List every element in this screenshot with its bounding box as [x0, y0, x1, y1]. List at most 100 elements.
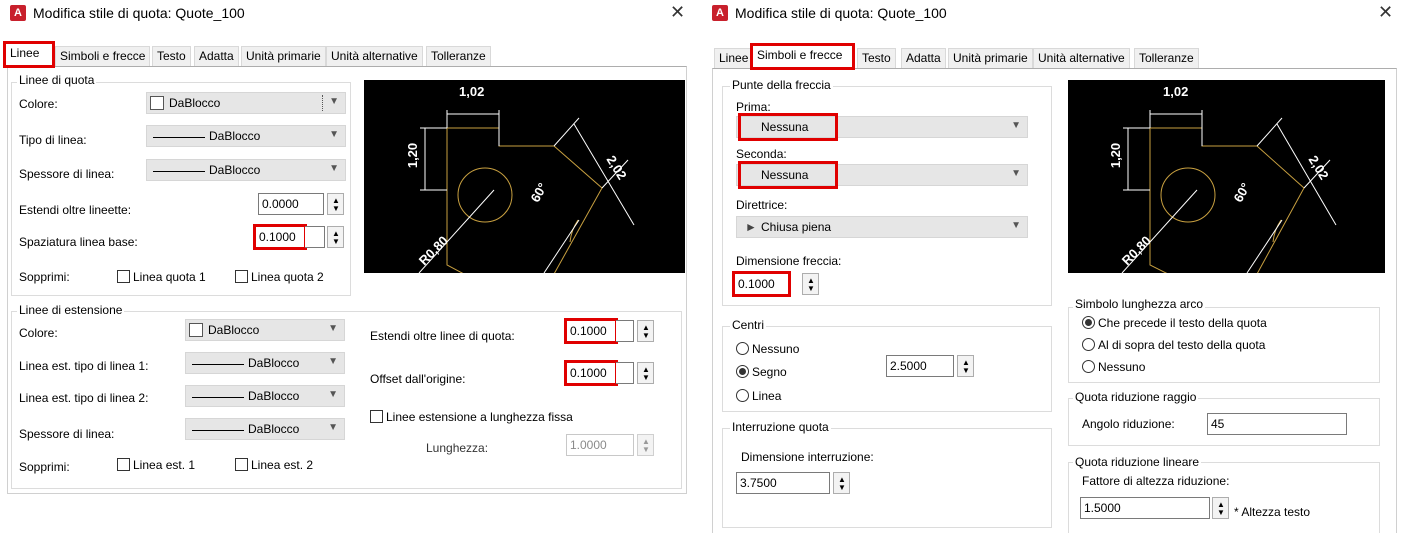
ext-suppress-label: Sopprimi:: [19, 460, 70, 474]
chevron-down-icon: ▼: [328, 422, 338, 433]
arc-above-radio[interactable]: [1082, 338, 1095, 351]
arrow-size-input[interactable]: 0.1000: [732, 271, 791, 297]
baseline-spacing-spinner[interactable]: ▲ ▼: [327, 226, 344, 248]
break-size-input[interactable]: 3.7500: [736, 472, 830, 494]
tab-tolleranze[interactable]: Tolleranze: [1134, 48, 1199, 68]
tab-simboli-e-frecce[interactable]: Simboli e frecce: [55, 46, 151, 66]
chevron-down-icon: ▼: [328, 389, 338, 400]
suppress-ext1-checkbox[interactable]: [117, 458, 130, 471]
break-size-spinner[interactable]: ▲ ▼: [833, 472, 850, 494]
left-preview-image: [364, 80, 685, 273]
suppress-ext2-checkbox[interactable]: [235, 458, 248, 471]
suppress-dim2-checkbox[interactable]: [235, 270, 248, 283]
arrow-size-value: 0.1000: [738, 277, 775, 291]
ext-color-select[interactable]: DaBlocco ▼: [185, 319, 345, 341]
right-close-icon[interactable]: ✕: [1378, 2, 1393, 23]
preview-left-dim: 1,20: [1108, 142, 1124, 169]
break-size-value: 3.7500: [740, 476, 777, 490]
tab-unita-primarie[interactable]: Unità primarie: [948, 48, 1033, 68]
chevron-down-icon: ▼: [329, 163, 339, 174]
group-dim-lines-label: Linee di quota: [17, 73, 97, 87]
baseline-spacing-label: Spaziatura linea base:: [19, 235, 138, 249]
chevron-down-icon: ▼: [329, 129, 339, 140]
dim-color-select[interactable]: DaBlocco ▼: [146, 92, 346, 114]
preview-top-dim: 1,02: [1163, 84, 1189, 99]
arc-preceding-label: Che precede il testo della quota: [1098, 316, 1267, 330]
color-swatch: [189, 323, 203, 337]
group-radius-jog-label: Quota riduzione raggio: [1073, 390, 1199, 404]
length-spinner[interactable]: ▲ ▼: [637, 434, 654, 456]
left-close-icon[interactable]: ✕: [670, 2, 685, 23]
baseline-spacing-input[interactable]: 0.1000: [253, 224, 307, 250]
group-ext-lines-label: Linee di estensione: [17, 303, 125, 317]
jog-factor-input[interactable]: 1.5000: [1080, 497, 1210, 519]
center-mark-radio[interactable]: [736, 365, 749, 378]
first-arrow-label: Prima:: [736, 100, 771, 114]
length-input[interactable]: 1.0000: [566, 434, 634, 456]
preview-left-dim: 1,20: [405, 142, 421, 169]
tab-linee[interactable]: Linee: [714, 48, 754, 68]
center-size-input[interactable]: 2.5000: [886, 355, 954, 377]
chevron-down-icon: ▼: [1011, 120, 1021, 131]
tab-testo[interactable]: Testo: [857, 48, 896, 68]
ext-color-label: Colore:: [19, 326, 58, 340]
length-label: Lunghezza:: [426, 441, 489, 455]
center-none-radio[interactable]: [736, 342, 749, 355]
ext-lineweight-label: Spessore di linea:: [19, 427, 115, 441]
closed-arrow-icon: ►: [745, 220, 757, 234]
arc-none-radio[interactable]: [1082, 360, 1095, 373]
tab-adatta[interactable]: Adatta: [901, 48, 946, 68]
offset-origin-label: Offset dall'origine:: [370, 372, 466, 386]
dim-linetype-select[interactable]: DaBlocco ▼: [146, 125, 346, 147]
center-line-radio[interactable]: [736, 389, 749, 402]
extend-ticks-spinner[interactable]: ▲ ▼: [327, 193, 344, 215]
dim-suppress-label: Sopprimi:: [19, 270, 70, 284]
second-arrow-highlight: [738, 161, 838, 189]
offset-origin-spinner[interactable]: ▲ ▼: [637, 362, 654, 384]
ext-lt1-select[interactable]: DaBlocco ▼: [185, 352, 345, 374]
ext-lt1-value: DaBlocco: [248, 356, 300, 370]
group-arc-symbol-label: Simbolo lunghezza arco: [1073, 297, 1206, 311]
extend-ticks-input[interactable]: 0.0000: [258, 193, 324, 215]
focus-marker: [322, 95, 323, 111]
tab-linee[interactable]: Linee: [3, 41, 55, 68]
ext-lineweight-select[interactable]: DaBlocco ▼: [185, 418, 345, 440]
offset-origin-input[interactable]: 0.1000: [564, 360, 618, 386]
extend-beyond-input[interactable]: 0.1000: [564, 318, 618, 344]
tab-unita-alternative[interactable]: Unità alternative: [326, 46, 423, 66]
suppress-dim2-label: Linea quota 2: [251, 270, 324, 284]
arc-preceding-radio[interactable]: [1082, 316, 1095, 329]
center-line-label: Linea: [752, 389, 782, 403]
extend-beyond-spinner[interactable]: ▲ ▼: [637, 320, 654, 342]
jog-factor-spinner[interactable]: ▲ ▼: [1212, 497, 1229, 519]
ext-lt2-select[interactable]: DaBlocco ▼: [185, 385, 345, 407]
jog-angle-input[interactable]: 45: [1207, 413, 1347, 435]
suppress-dim1-checkbox[interactable]: [117, 270, 130, 283]
fixed-length-checkbox[interactable]: [370, 410, 383, 423]
ext-lt2-label: Linea est. tipo di linea 2:: [19, 391, 149, 405]
second-arrow-label: Seconda:: [736, 147, 787, 161]
tab-tolleranze[interactable]: Tolleranze: [426, 46, 491, 66]
leader-label: Direttrice:: [736, 198, 788, 212]
preview-circle: [1160, 167, 1216, 223]
tab-unita-primarie[interactable]: Unità primarie: [241, 46, 326, 66]
arrow-size-spinner[interactable]: ▲ ▼: [802, 273, 819, 295]
jog-angle-label: Angolo riduzione:: [1082, 417, 1175, 431]
tab-testo[interactable]: Testo: [152, 46, 191, 66]
dim-lineweight-label: Spessore di linea:: [19, 167, 115, 181]
tab-adatta[interactable]: Adatta: [194, 46, 239, 66]
right-preview-image: [1068, 80, 1385, 273]
chevron-down-icon: ▼: [1011, 168, 1021, 179]
group-linear-jog-label: Quota riduzione lineare: [1073, 455, 1202, 469]
dim-lineweight-select[interactable]: DaBlocco ▼: [146, 159, 346, 181]
leader-select[interactable]: ► Chiusa piena ▼: [736, 216, 1028, 238]
arrow-size-label: Dimensione freccia:: [736, 254, 842, 268]
dim-lineweight-value: DaBlocco: [209, 163, 261, 177]
preview-shape: [1149, 127, 1305, 273]
tab-simboli-e-frecce[interactable]: Simboli e frecce: [750, 43, 855, 70]
tab-unita-alternative[interactable]: Unità alternative: [1033, 48, 1130, 68]
ext-lt1-label: Linea est. tipo di linea 1:: [19, 359, 149, 373]
ext-lineweight-value: DaBlocco: [248, 422, 300, 436]
chevron-down-icon: ▼: [1011, 220, 1021, 231]
center-size-spinner[interactable]: ▲ ▼: [957, 355, 974, 377]
